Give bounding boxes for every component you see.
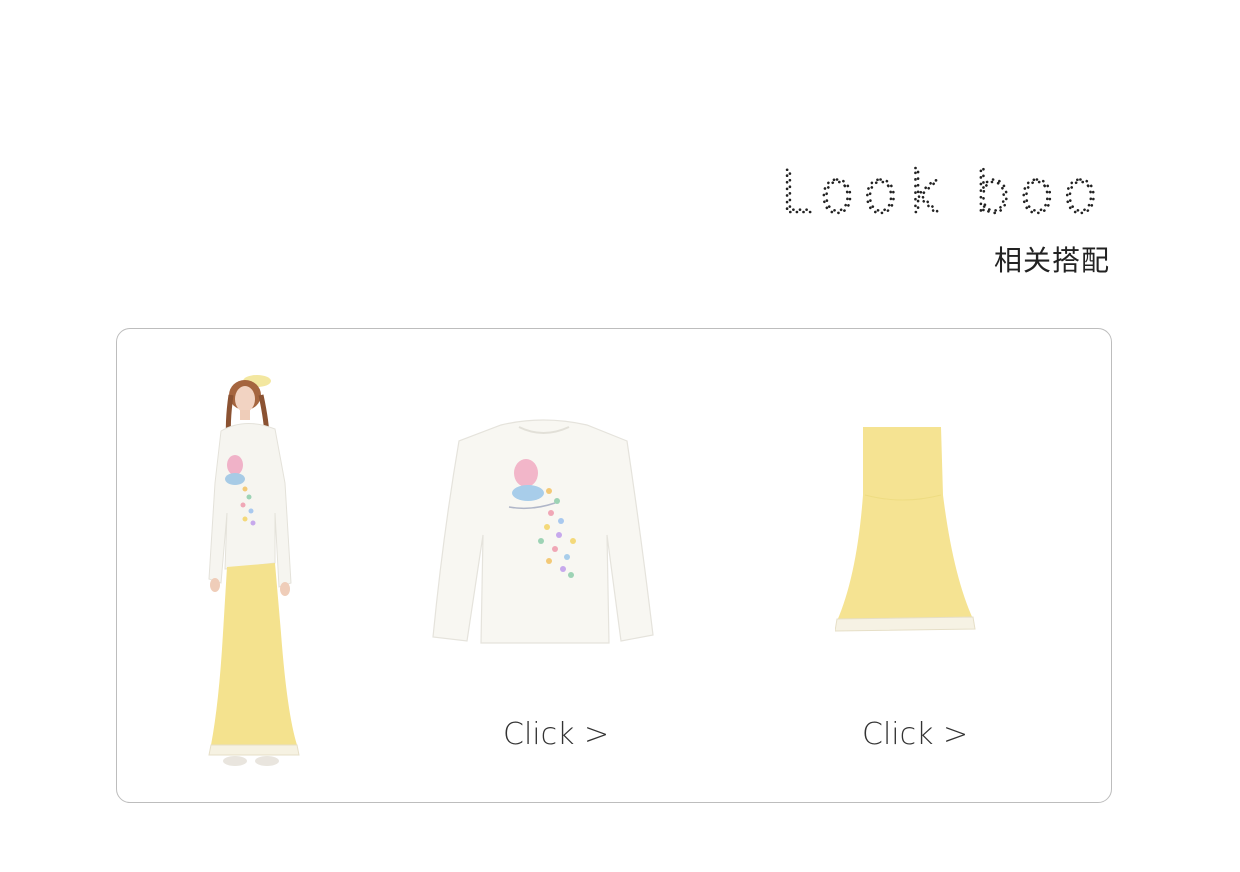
click-link-skirt[interactable]: Click > — [862, 717, 968, 752]
lookbook-card: Click > Click > — [116, 328, 1112, 803]
svg-text:Look book: Look book — [780, 160, 1110, 224]
lookbook-header: Look book 相关搭配 — [779, 157, 1141, 279]
dotted-title-svg: Look book — [779, 157, 1141, 228]
click-link-top[interactable]: Click > — [503, 717, 609, 752]
yellow-skirt-image — [835, 427, 976, 632]
lookbook-title: Look book — [779, 157, 1141, 237]
white-top-image — [432, 419, 654, 644]
model-image — [208, 375, 300, 766]
lookbook-subtitle: 相关搭配 — [993, 244, 1110, 277]
